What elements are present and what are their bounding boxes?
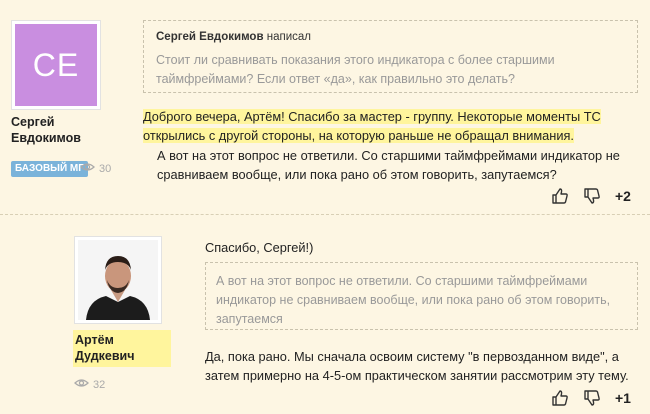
avatar-photo: [78, 240, 158, 320]
quote-block: А вот на этот вопрос не ответили. Со ста…: [205, 262, 638, 330]
author-name[interactable]: Артём Дудкевич: [73, 330, 171, 367]
comment-greeting: Спасибо, Сергей!): [205, 240, 314, 255]
eye-icon: [80, 162, 95, 175]
view-count-value: 30: [99, 162, 112, 175]
vote-score: +1: [615, 390, 631, 406]
vote-score: +2: [615, 188, 631, 204]
view-count: 32: [74, 378, 105, 391]
comment-text: Да, пока рано. Мы сначала освоим систему…: [205, 349, 629, 383]
quote-block: Сергей Евдокимов написал Стоит ли сравни…: [143, 20, 638, 93]
vote-controls: +2: [551, 187, 631, 205]
avatar[interactable]: CE: [11, 20, 101, 110]
divider: [0, 214, 650, 215]
avatar[interactable]: [74, 236, 162, 324]
eye-icon: [74, 378, 89, 391]
highlighted-text: Доброго вечера, Артём! Спасибо за мастер…: [143, 109, 601, 143]
view-count: 30: [80, 162, 111, 175]
comment-text: А вот на этот вопрос не ответили. Со ста…: [157, 148, 620, 182]
thumbs-down-icon[interactable]: [583, 187, 601, 205]
quote-text: А вот на этот вопрос не ответили. Со ста…: [216, 274, 611, 326]
status-badge: БАЗОВЫЙ МГ: [11, 161, 88, 177]
quote-header: Сергей Евдокимов написал: [156, 31, 625, 43]
thumbs-down-icon[interactable]: [583, 389, 601, 407]
thumbs-up-icon[interactable]: [551, 389, 569, 407]
comment-post-1: CE Сергей Евдокимов БАЗОВЫЙ МГ 30 Сергей…: [0, 0, 650, 215]
author-name[interactable]: Сергей Евдокимов: [11, 114, 111, 146]
quote-text: Стоит ли сравнивать показания этого инди…: [156, 53, 555, 86]
thumbs-up-icon[interactable]: [551, 187, 569, 205]
vote-controls: +1: [551, 389, 631, 407]
quote-author[interactable]: Сергей Евдокимов: [156, 31, 264, 43]
avatar-initials: CE: [15, 24, 97, 106]
comment-text-highlighted: Доброго вечера, Артём! Спасибо за мастер…: [143, 107, 603, 145]
view-count-value: 32: [93, 378, 106, 391]
quote-verb: написал: [266, 31, 311, 43]
